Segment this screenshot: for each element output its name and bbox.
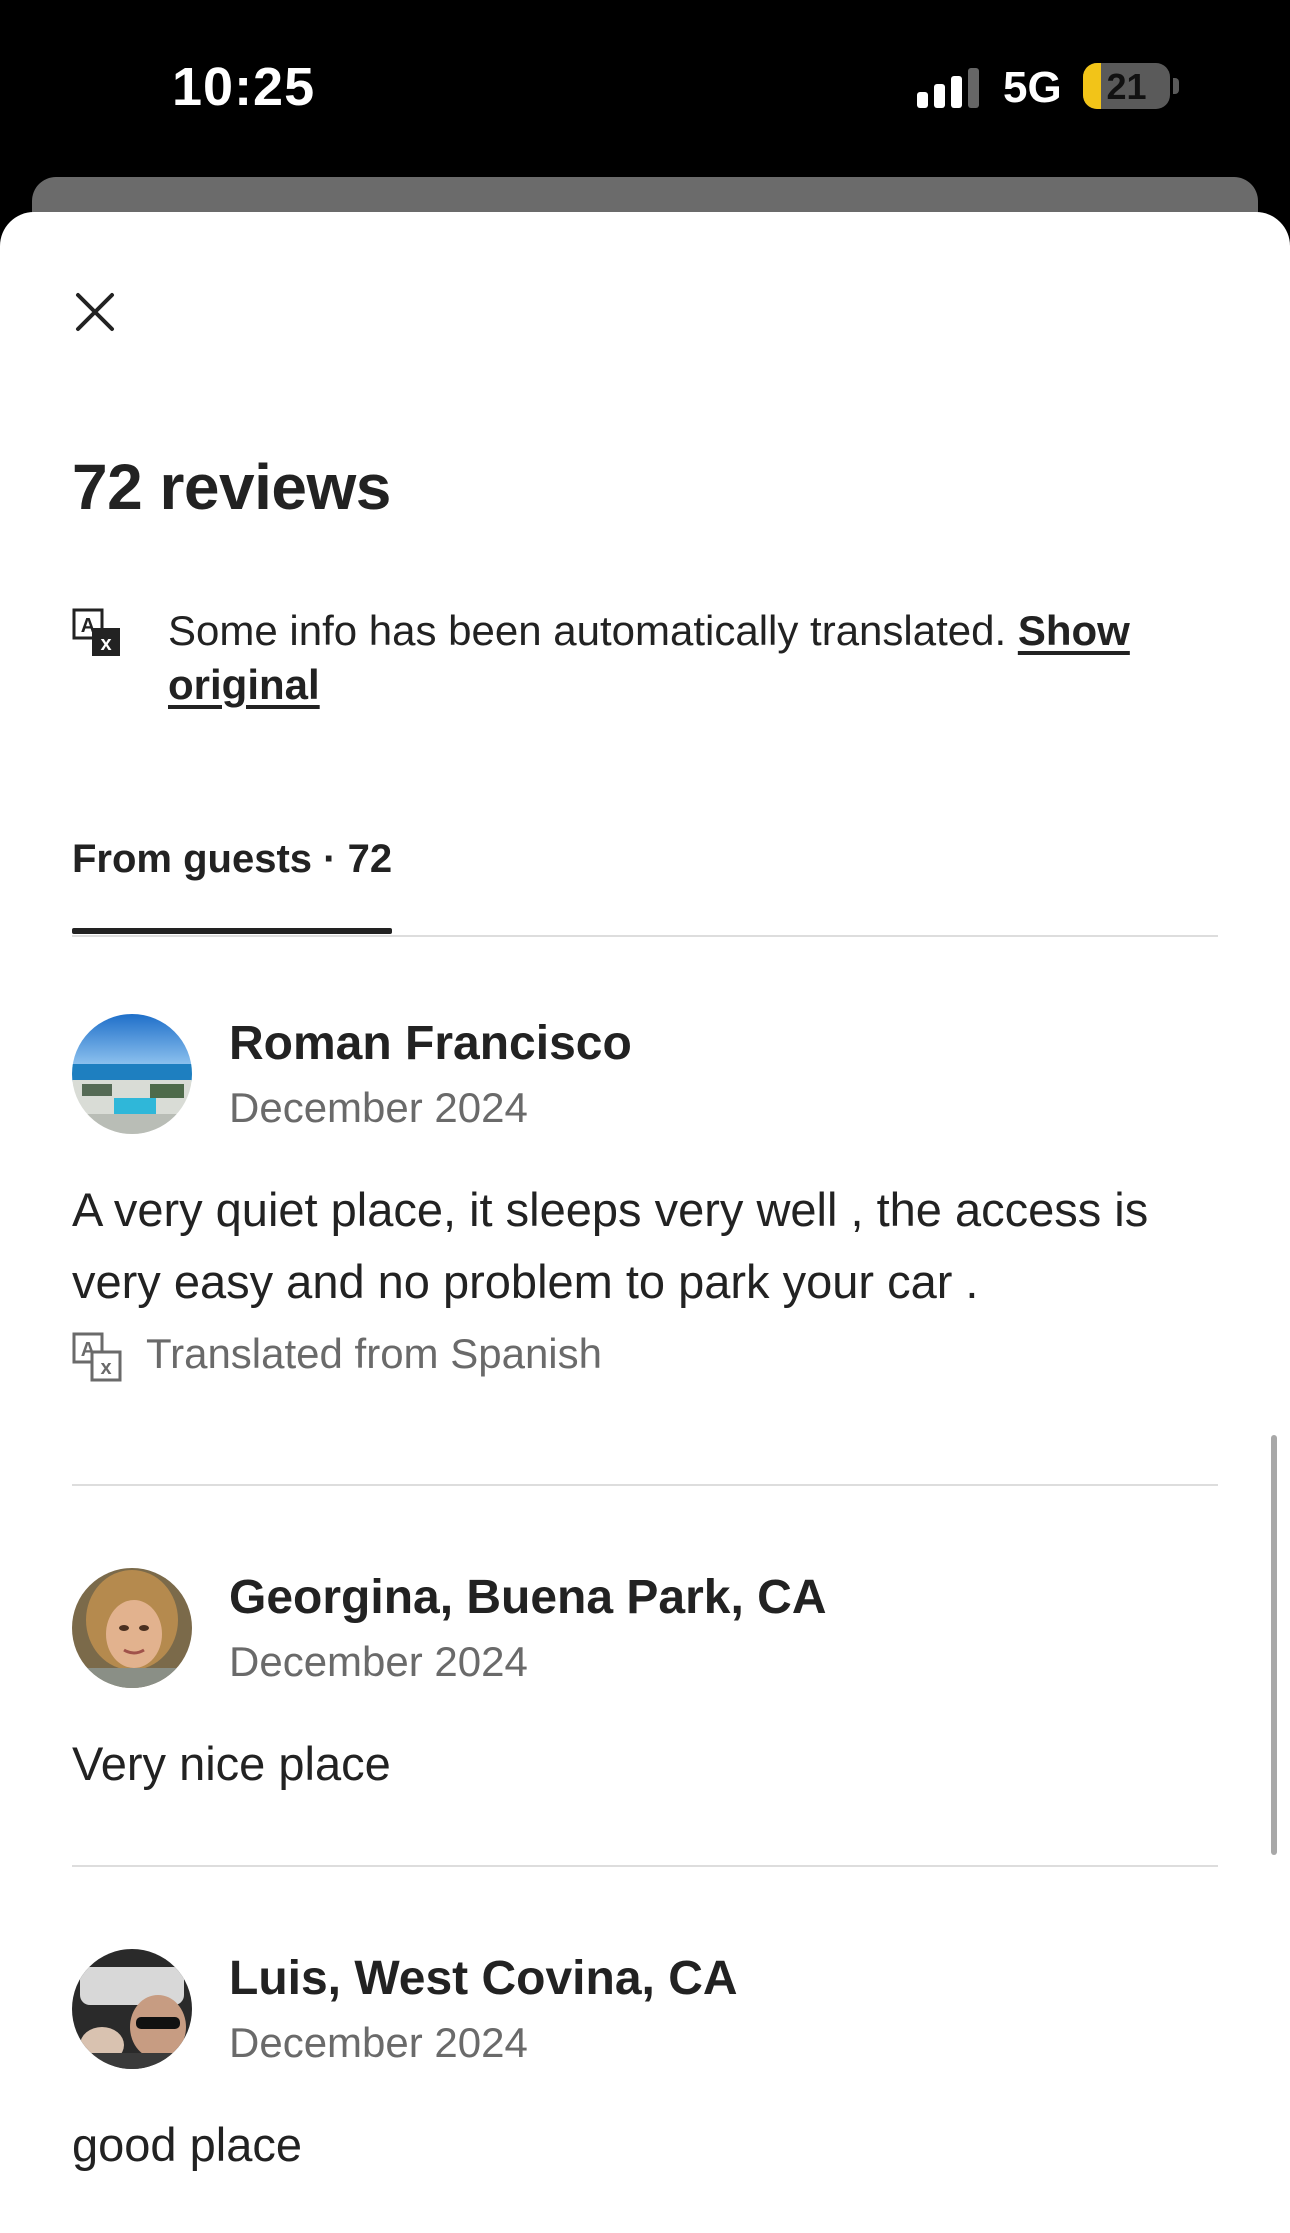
review-text: Very nice place (72, 1737, 391, 1790)
review-text: A very quiet place, it sleeps very well … (72, 1183, 1149, 1308)
battery-icon: 21 (1083, 63, 1170, 109)
battery-tip (1173, 78, 1179, 94)
avatar[interactable] (72, 1014, 192, 1134)
close-button[interactable] (63, 280, 127, 344)
reviewer-name: Georgina, Buena Park, CA (229, 1571, 827, 1624)
tab-selected-indicator (72, 928, 392, 934)
review-item: Roman Francisco December 2024 A very qui… (72, 1014, 1218, 1384)
review-date: December 2024 (229, 2019, 528, 2066)
translation-notice-message: Some info has been automatically transla… (168, 607, 1018, 654)
review-item: Luis, West Covina, CA December 2024 good… (72, 1949, 1218, 2189)
translate-icon: A x (72, 608, 120, 656)
reviewer-name: Roman Francisco (229, 1017, 632, 1070)
tab-from-guests[interactable]: From guests · 72 (72, 837, 392, 882)
cellular-signal-icon (917, 66, 981, 108)
review-date: December 2024 (229, 1084, 528, 1131)
reviews-sheet: 72 reviews A x Some info has been automa… (0, 212, 1290, 2233)
battery-level: 21 (1106, 66, 1147, 107)
beach-resort-photo (72, 1014, 192, 1134)
review-text: good place (72, 2118, 302, 2171)
translate-icon: A x (72, 1332, 122, 1382)
man-in-car-photo (72, 1949, 192, 2069)
tab-divider (72, 935, 1218, 937)
page-title: 72 reviews (72, 451, 391, 523)
close-icon (76, 293, 114, 331)
svg-text:x: x (100, 1357, 111, 1379)
reviewer-name: Luis, West Covina, CA (229, 1952, 738, 2005)
review-item: Georgina, Buena Park, CA December 2024 V… (72, 1568, 1218, 1808)
translation-notice-text: Some info has been automatically transla… (168, 604, 1168, 712)
status-bar: 10:25 5G 21 (0, 0, 1290, 175)
network-type: 5G (1003, 63, 1062, 112)
svg-text:x: x (100, 633, 111, 655)
review-date: December 2024 (229, 1638, 528, 1685)
review-divider (72, 1865, 1218, 1867)
review-divider (72, 1484, 1218, 1486)
status-time: 10:25 (172, 57, 316, 117)
scrollbar[interactable] (1271, 1435, 1277, 1855)
woman-portrait-photo (72, 1568, 192, 1688)
avatar[interactable] (72, 1568, 192, 1688)
avatar[interactable] (72, 1949, 192, 2069)
translated-from-text: Translated from Spanish (146, 1330, 602, 1377)
